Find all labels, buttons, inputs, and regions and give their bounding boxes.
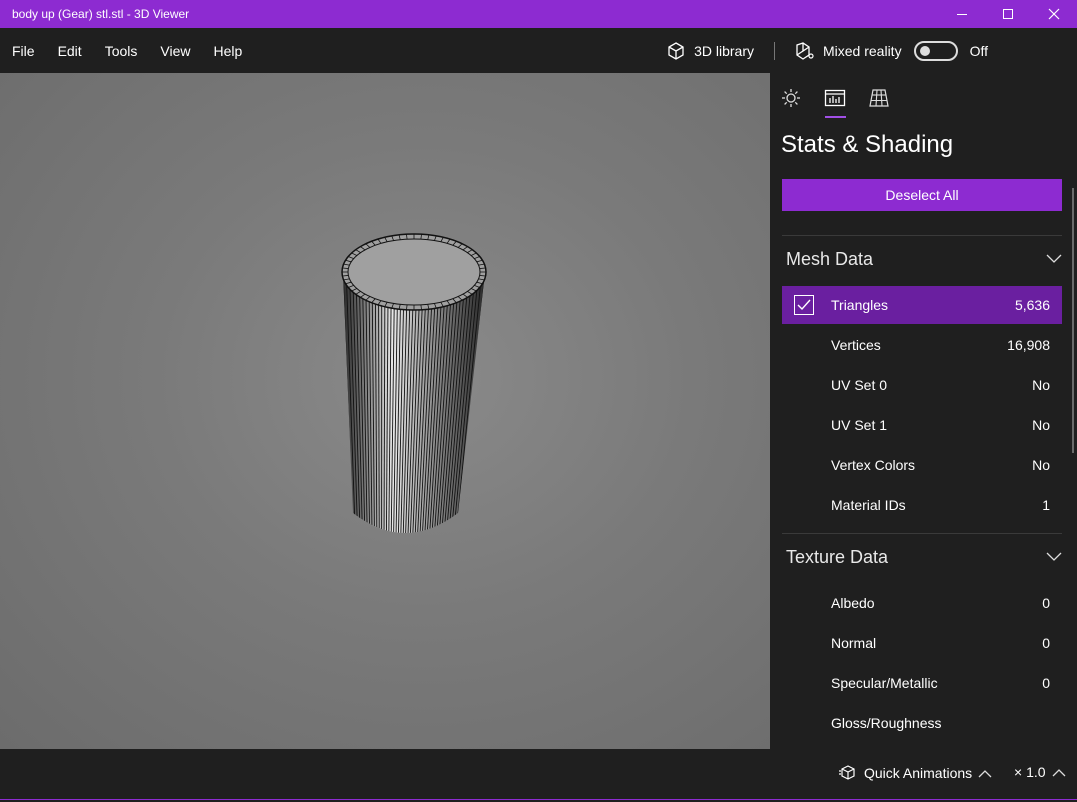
stats-icon (824, 89, 846, 107)
mesh-row-label: Vertex Colors (831, 457, 916, 473)
mesh-row-label: Triangles (831, 297, 889, 313)
tab-stats-shading[interactable] (824, 87, 846, 109)
mesh-row-value: 1 (1042, 497, 1050, 513)
tab-grid[interactable] (868, 87, 890, 109)
close-icon (1048, 8, 1060, 20)
rim-line (479, 267, 486, 269)
rim-line (342, 267, 349, 269)
menu-edit[interactable]: Edit (47, 43, 93, 59)
cylinder-model[interactable] (0, 73, 770, 749)
mesh-row-value: No (1032, 417, 1050, 433)
deselect-all-button[interactable]: Deselect All (782, 179, 1062, 211)
texture-data-heading: Texture Data (786, 546, 889, 567)
3d-viewport[interactable] (0, 73, 770, 749)
texture-row-value: 0 (1042, 635, 1050, 651)
panel-tab-bar (780, 87, 890, 109)
mesh-row-value: 5,636 (1014, 297, 1050, 313)
mesh-row-uv-set-0[interactable]: UV Set 0 No (782, 366, 1062, 404)
minimize-button[interactable] (939, 0, 985, 28)
menu-tools[interactable]: Tools (94, 43, 149, 59)
grid-icon (869, 89, 889, 107)
mesh-row-label: Vertices (831, 337, 881, 353)
3d-library-button[interactable]: 3D library (666, 41, 774, 61)
divider (782, 235, 1062, 236)
3d-library-label: 3D library (694, 42, 754, 59)
texture-row-gloss-roughness[interactable]: Gloss/Roughness (782, 704, 1062, 742)
animation-cube-icon (839, 765, 855, 780)
quick-animations-button[interactable]: Quick Animations (838, 764, 992, 782)
mixed-reality-toggle[interactable] (913, 40, 958, 61)
texture-row-value: 0 (1042, 675, 1050, 691)
mixed-reality-label: Mixed reality (822, 42, 902, 59)
window-title: body up (Gear) stl.stl - 3D Viewer (12, 7, 190, 21)
mesh-row-label: UV Set 1 (831, 417, 888, 433)
mesh-data-heading: Mesh Data (786, 248, 874, 269)
minimize-icon (957, 14, 967, 15)
texture-row-label: Normal (831, 635, 877, 651)
texture-row-specular-metallic[interactable]: Specular/Metallic 0 (782, 664, 1062, 702)
mesh-row-value: 16,908 (1007, 337, 1050, 353)
chevron-down-icon (1046, 552, 1062, 561)
animation-speed-button[interactable]: × 1.0 (1014, 764, 1066, 780)
chevron-up-icon (978, 769, 992, 777)
checkmark-icon (797, 299, 811, 311)
mesh-row-vertices[interactable]: Vertices 16,908 (782, 326, 1062, 364)
panel-scrollbar[interactable] (1072, 188, 1074, 453)
mesh-row-material-ids[interactable]: Material IDs 1 (782, 486, 1062, 524)
divider (782, 533, 1062, 534)
bottom-bar: Quick Animations × 1.0 (0, 749, 1077, 802)
rim-line (479, 275, 486, 277)
toolbar-separator (773, 41, 775, 60)
close-button[interactable] (1031, 0, 1077, 28)
stats-panel: Stats & Shading Deselect All Mesh Data T… (770, 73, 1077, 749)
mesh-row-value: No (1032, 377, 1050, 393)
tab-lighting[interactable] (780, 87, 802, 109)
mesh-row-uv-set-1[interactable]: UV Set 1 No (782, 406, 1062, 444)
texture-row-label: Specular/Metallic (831, 675, 938, 691)
menu-bar: File Edit Tools View Help 3D library Mix… (0, 28, 1077, 73)
mesh-row-label: Material IDs (831, 497, 906, 513)
mixed-reality-button[interactable]: Mixed reality (795, 40, 958, 61)
cube-icon (668, 41, 684, 60)
menu-view[interactable]: View (149, 43, 201, 59)
accent-line (0, 799, 1077, 800)
menu-help[interactable]: Help (202, 43, 253, 59)
maximize-icon (1003, 9, 1013, 19)
mixed-reality-icon (796, 41, 814, 60)
mesh-data-header[interactable]: Mesh Data (786, 244, 1062, 274)
triangles-checkbox[interactable] (794, 295, 814, 315)
toggle-state-label: Off (969, 42, 988, 59)
title-bar: body up (Gear) stl.stl - 3D Viewer (0, 0, 1077, 28)
sun-icon (782, 89, 800, 107)
texture-data-header[interactable]: Texture Data (786, 542, 1062, 572)
texture-row-label: Albedo (831, 595, 875, 611)
panel-title: Stats & Shading (781, 131, 954, 158)
texture-row-value: 0 (1042, 595, 1050, 611)
cylinder-top-rim (341, 233, 487, 311)
active-tab-indicator (825, 116, 846, 118)
texture-row-albedo[interactable]: Albedo 0 (782, 584, 1062, 622)
menu-file[interactable]: File (1, 43, 46, 59)
animation-speed-label: × 1.0 (1014, 764, 1046, 780)
texture-row-normal[interactable]: Normal 0 (782, 624, 1062, 662)
mesh-row-triangles[interactable]: Triangles 5,636 (782, 286, 1062, 324)
toggle-knob (919, 45, 930, 56)
chevron-down-icon (1046, 254, 1062, 263)
rim-line (342, 275, 349, 277)
mesh-row-label: UV Set 0 (831, 377, 888, 393)
maximize-button[interactable] (985, 0, 1031, 28)
texture-row-label: Gloss/Roughness (831, 715, 942, 731)
mesh-row-value: No (1032, 457, 1050, 473)
chevron-up-icon (1052, 768, 1065, 776)
quick-animations-label: Quick Animations (864, 765, 973, 781)
mesh-row-vertex-colors[interactable]: Vertex Colors No (782, 446, 1062, 484)
